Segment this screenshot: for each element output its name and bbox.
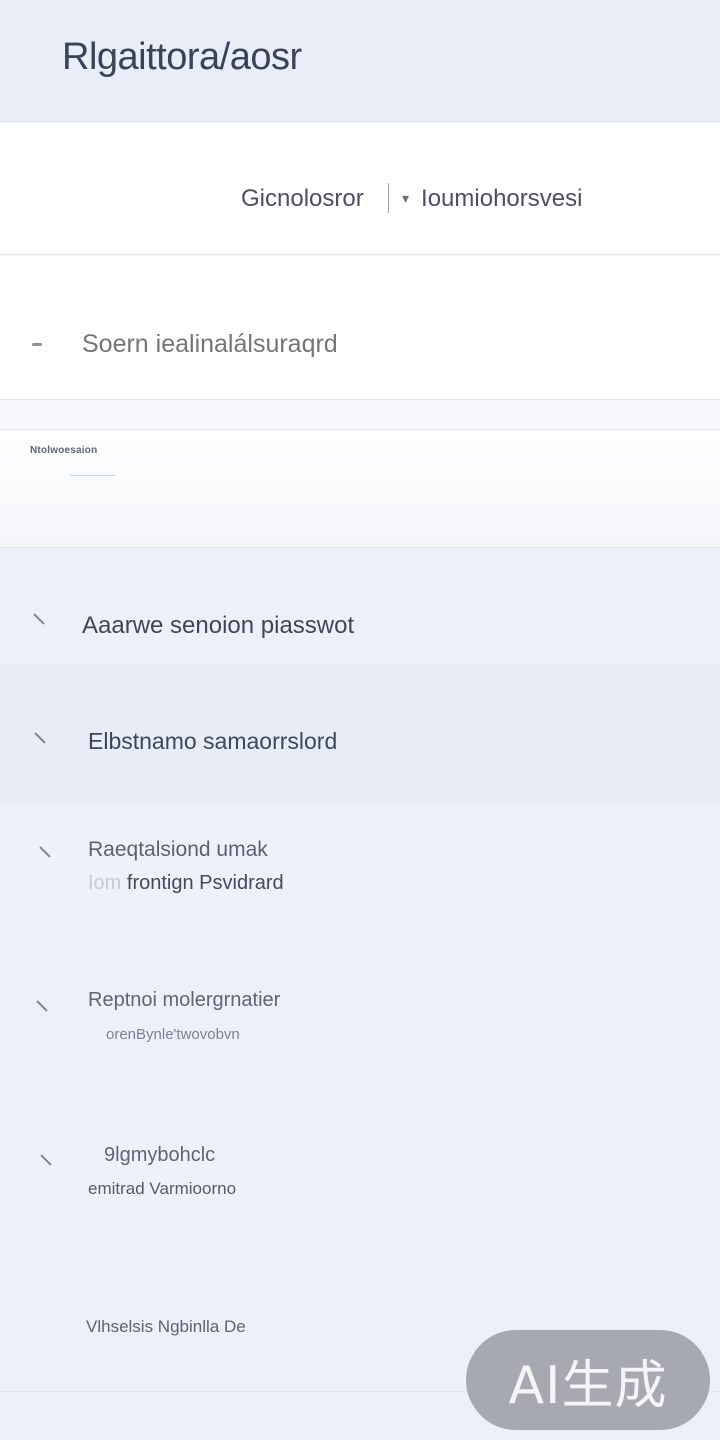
tab-right[interactable]: ▾ Ioumiohorsvesi	[402, 185, 582, 213]
search-icon	[32, 343, 42, 346]
list-item-title: Reptnoi molergrnatier	[88, 989, 281, 1011]
app-header: Rlgaittora/aosr	[0, 0, 720, 122]
list-item[interactable]: 9lgmybohclc emitrad Varmioorno	[0, 1115, 720, 1265]
chevron-right-icon	[36, 1000, 48, 1012]
list-item[interactable]: Elbstnamo samaorrslord	[0, 663, 720, 805]
list-item-title: Raeqtalsiond umak	[88, 838, 268, 861]
section-divider	[70, 475, 116, 476]
divider-strip	[0, 400, 720, 430]
list-item-title: Elbstnamo samaorrslord	[88, 728, 338, 754]
list-item-subtitle: orenBynle'twovobvn	[106, 1026, 240, 1043]
ai-generated-badge: AI生成	[466, 1330, 710, 1430]
section-label: Ntolwoesaion	[30, 445, 98, 456]
tab-divider	[388, 183, 389, 213]
password-settings-screen: Rlgaittora/aosr Gicnolosror ▾ Ioumiohorsv…	[0, 0, 720, 1440]
list-item-title: Aaarwe senoion piasswot	[82, 612, 355, 639]
search-input[interactable]	[82, 330, 642, 359]
section-header: Ntolwoesaion	[0, 430, 720, 548]
list-item[interactable]: Reptnoi molergrnatier orenBynle'twovobvn	[0, 937, 720, 1115]
chevron-right-icon	[39, 846, 51, 858]
tab-left[interactable]: Gicnolosror	[241, 185, 364, 213]
search-bar	[0, 256, 720, 400]
footer-link[interactable]: Vlhselsis Ngbinlla De	[86, 1317, 246, 1337]
list-item[interactable]: Raeqtalsiond umak Iom frontign Psvidrard	[0, 805, 720, 937]
page-title: Rlgaittora/aosr	[62, 36, 302, 78]
chevron-right-icon	[34, 732, 46, 744]
chevron-down-icon: ▾	[402, 190, 410, 206]
list-item-title: 9lgmybohclc	[104, 1144, 216, 1166]
list-item-subtitle: Iom frontign Psvidrard	[88, 872, 284, 895]
tab-right-label: Ioumiohorsvesi	[421, 185, 583, 212]
chevron-right-icon	[33, 613, 45, 625]
chevron-right-icon	[40, 1154, 52, 1166]
list-item-subtitle-prefix: Iom	[88, 872, 122, 894]
list-item[interactable]: Aaarwe senoion piasswot	[0, 549, 720, 663]
list-item-subtitle-text: frontign Psvidrard	[126, 872, 284, 894]
list-item-subtitle: emitrad Varmioorno	[88, 1179, 237, 1198]
tab-bar: Gicnolosror ▾ Ioumiohorsvesi	[0, 123, 720, 255]
